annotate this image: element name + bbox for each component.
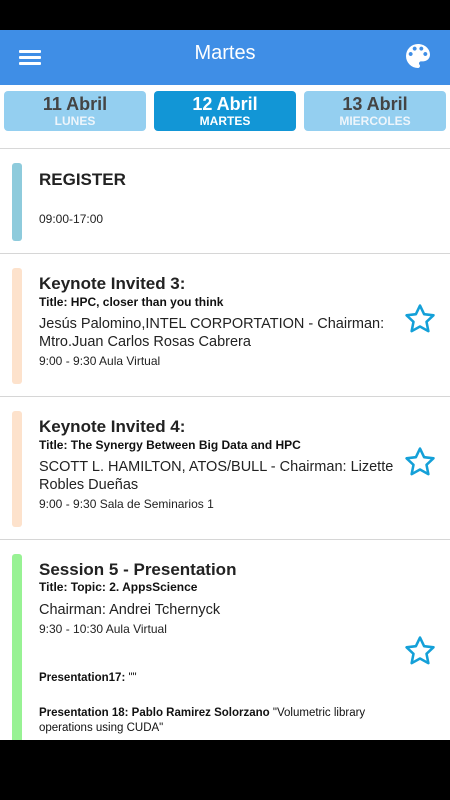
- category-bar: [12, 554, 22, 740]
- category-bar: [12, 411, 22, 527]
- event-time: 09:00-17:00: [39, 212, 104, 226]
- event-speaker: Chairman: Andrei Tchernyck: [39, 602, 221, 618]
- category-bar: [12, 163, 22, 241]
- presentation-text: "": [125, 672, 137, 684]
- tab-weekday: LUNES: [54, 114, 96, 128]
- tab-weekday: MIERCOLES: [339, 114, 411, 128]
- palette-icon[interactable]: [402, 40, 434, 72]
- star-outline-icon[interactable]: [403, 445, 437, 479]
- event-subtitle: Title: HPC, closer than you think: [39, 295, 224, 309]
- event-title: REGISTER: [39, 170, 126, 189]
- event-time: 9:00 - 9:30 Aula Virtual: [39, 354, 161, 368]
- tab-weekday: MARTES: [199, 114, 251, 128]
- tab-date: 11 Abril: [42, 94, 108, 114]
- event-list[interactable]: REGISTER 09:00-17:00 Keynote Invited 3: …: [0, 149, 450, 740]
- event-title: Keynote Invited 3:: [39, 274, 186, 293]
- star-outline-icon[interactable]: [403, 634, 437, 668]
- event-time: 9:00 - 9:30 Sala de Seminarios 1: [39, 497, 214, 511]
- navigation-bar: [0, 740, 450, 800]
- presentation-17: Presentation17: "": [39, 671, 399, 686]
- category-bar: [12, 268, 22, 384]
- event-speaker: Jesús Palomino,INTEL CORPORTATION - Chai…: [39, 316, 385, 350]
- event-subtitle: Title: The Synergy Between Big Data and …: [39, 438, 301, 452]
- presentation-label: Presentation 18: Pablo Ramirez Solorzano: [39, 707, 270, 719]
- event-card-register[interactable]: REGISTER 09:00-17:00: [0, 149, 450, 254]
- presentation-label: Presentation17:: [39, 672, 126, 684]
- event-card-keynote-3[interactable]: Keynote Invited 3: Title: HPC, closer th…: [0, 254, 450, 397]
- day-tabs: 11 Abril LUNES 12 Abril MARTES 13 Abril …: [0, 85, 450, 149]
- phone-screen: Martes 11 Abril LUNES 12 Abril MARTES 13…: [0, 0, 450, 800]
- event-time: 9:30 - 10:30 Aula Virtual: [39, 622, 167, 636]
- page-title: Martes: [194, 42, 256, 64]
- event-subtitle: Title: Topic: 2. AppsScience: [39, 580, 198, 594]
- tab-date: 13 Abril: [342, 94, 408, 114]
- status-bar: [0, 0, 450, 30]
- tab-miercoles[interactable]: 13 Abril MIERCOLES: [304, 91, 446, 131]
- event-speaker: SCOTT L. HAMILTON, ATOS/BULL - Chairman:…: [39, 459, 394, 493]
- event-card-keynote-4[interactable]: Keynote Invited 4: Title: The Synergy Be…: [0, 397, 450, 540]
- app-bar: Martes: [0, 30, 450, 85]
- event-card-session-5[interactable]: Session 5 - Presentation Title: Topic: 2…: [0, 540, 450, 740]
- tab-martes[interactable]: 12 Abril MARTES: [154, 91, 296, 131]
- event-title: Session 5 - Presentation: [39, 560, 237, 579]
- star-outline-icon[interactable]: [403, 302, 437, 336]
- presentation-18: Presentation 18: Pablo Ramirez Solorzano…: [39, 706, 399, 736]
- tab-lunes[interactable]: 11 Abril LUNES: [4, 91, 146, 131]
- event-title: Keynote Invited 4:: [39, 417, 186, 436]
- tab-date: 12 Abril: [192, 94, 258, 114]
